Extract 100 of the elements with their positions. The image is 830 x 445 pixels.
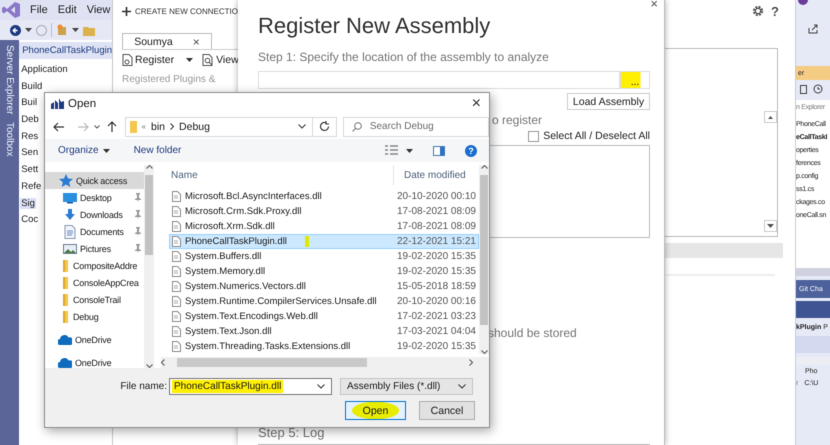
nav-item[interactable]: Downloads bbox=[45, 206, 144, 224]
menu-item[interactable]: View bbox=[86, 4, 110, 16]
register-icon bbox=[122, 54, 133, 66]
caret-icon bbox=[186, 58, 194, 62]
dll-file-icon bbox=[172, 266, 181, 278]
property-page-item[interactable]: Deb bbox=[20, 114, 40, 126]
close-icon[interactable]: × bbox=[192, 34, 200, 48]
property-page-item[interactable]: Sig bbox=[20, 198, 36, 208]
nav-item[interactable]: OneDrive bbox=[45, 354, 144, 368]
file-row[interactable]: PhoneCallTaskPlugin.dll 22-12-2021 15:21 bbox=[169, 234, 479, 250]
open-button[interactable]: Open bbox=[345, 401, 406, 420]
plus-icon bbox=[122, 6, 131, 16]
address-bar[interactable]: « bin Debug bbox=[124, 116, 314, 137]
forward-arrow-icon[interactable] bbox=[78, 122, 89, 132]
nav-item[interactable]: ConsoleTrail bbox=[45, 291, 144, 308]
document-icon[interactable] bbox=[800, 84, 807, 94]
dialog-title: Open bbox=[68, 98, 96, 110]
scroll-down-button[interactable] bbox=[764, 220, 777, 232]
file-date: 20-10-2020 00:16 bbox=[397, 296, 476, 308]
file-row[interactable]: System.Runtime.CompilerServices.Unsafe.dll 20-10-2020 00:16 bbox=[169, 294, 479, 310]
help-button[interactable]: ? bbox=[465, 144, 477, 157]
horizontal-scrollbar[interactable] bbox=[665, 243, 783, 258]
register-button[interactable]: Register bbox=[122, 54, 174, 66]
back-arrow-icon[interactable] bbox=[52, 122, 64, 132]
scroll-up-button[interactable] bbox=[764, 111, 777, 123]
file-row[interactable]: Microsoft.Xrm.Sdk.dll 17-08-2021 08:09 bbox=[169, 219, 479, 234]
chevron-icon bbox=[170, 123, 174, 130]
property-page-item[interactable]: Res bbox=[20, 130, 40, 142]
view-options-icon[interactable] bbox=[385, 145, 398, 156]
file-date: 17-03-2021 04:04 bbox=[397, 326, 476, 338]
cancel-button[interactable]: Cancel bbox=[419, 401, 475, 420]
column-header[interactable]: Name bbox=[161, 165, 394, 186]
caret-icon bbox=[406, 148, 413, 153]
new-project-icon[interactable] bbox=[56, 24, 68, 36]
property-page-item[interactable]: Sen bbox=[20, 147, 40, 158]
checkbox-label[interactable]: Select All / Deselect All bbox=[543, 130, 650, 142]
help-icon[interactable]: ? bbox=[771, 4, 779, 18]
preview-pane-icon[interactable] bbox=[433, 146, 445, 156]
new-folder-button[interactable]: New folder bbox=[134, 145, 182, 156]
menu-item[interactable]: Edit bbox=[58, 4, 77, 16]
side-tab[interactable]: Server Explorer bbox=[4, 45, 16, 114]
history-icon[interactable] bbox=[813, 84, 823, 94]
nav-item[interactable]: Desktop bbox=[45, 189, 144, 206]
tree-heading: Registered Plugins & bbox=[122, 74, 216, 85]
nav-item[interactable]: OneDrive bbox=[45, 331, 144, 348]
share-icon[interactable] bbox=[808, 24, 819, 34]
property-page-item[interactable]: Refe bbox=[20, 180, 42, 192]
connection-tab[interactable]: Soumya × bbox=[122, 33, 212, 49]
file-row[interactable]: Microsoft.Crm.Sdk.Proxy.dll 17-08-2021 08:09 bbox=[169, 204, 479, 220]
close-icon[interactable]: × bbox=[472, 94, 481, 113]
assembly-path-field[interactable] bbox=[258, 71, 620, 89]
up-arrow-icon[interactable] bbox=[106, 121, 117, 132]
nav-item[interactable]: Pictures bbox=[45, 240, 144, 258]
organize-button[interactable]: Organize bbox=[58, 145, 110, 156]
file-row[interactable]: System.Memory.dll 19-02-2020 15:35 bbox=[169, 264, 479, 280]
nav-item[interactable]: Quick access bbox=[45, 172, 144, 190]
new-connection-link[interactable]: CREATE NEW CONNECTIO bbox=[135, 6, 238, 16]
project-tab[interactable]: PhoneCallTaskPlugin bbox=[19, 42, 112, 59]
file-row[interactable]: System.Numerics.Vectors.dll 15-05-2018 18:59 bbox=[169, 279, 479, 294]
file-row[interactable]: System.Text.Json.dll 17-03-2021 04:04 bbox=[169, 324, 479, 340]
file-row[interactable]: Microsoft.Bcl.AsyncInterfaces.dll 20-10-2020 00:10 bbox=[169, 189, 479, 204]
nav-item[interactable]: CompositeAddre bbox=[45, 257, 144, 274]
property-page-item[interactable]: Coc bbox=[20, 214, 40, 226]
search-field[interactable]: Search Debug bbox=[342, 116, 489, 137]
refresh-button[interactable] bbox=[313, 116, 337, 137]
property-page-item[interactable]: Application bbox=[20, 64, 69, 75]
folder-icon[interactable] bbox=[83, 24, 95, 36]
browse-button[interactable]: ... bbox=[620, 71, 650, 89]
file-row[interactable]: System.Threading.Tasks.Extensions.dll 19-02-2020 15:35 bbox=[169, 339, 479, 354]
property-page-item[interactable]: Build bbox=[20, 80, 44, 92]
horizontal-scrollbar[interactable] bbox=[796, 268, 830, 276]
scrollbar[interactable] bbox=[144, 165, 154, 368]
field-label: File name: bbox=[119, 381, 168, 392]
property-page-item[interactable]: Buil bbox=[20, 97, 38, 108]
nav-item[interactable]: Debug bbox=[45, 308, 144, 326]
property-page-item[interactable]: Sett bbox=[20, 164, 40, 176]
file-row[interactable]: System.Buffers.dll 19-02-2020 15:35 bbox=[169, 249, 479, 264]
file-row[interactable]: System.Text.Encodings.Web.dll 17-02-2021 03:23 bbox=[169, 309, 479, 324]
path-segment[interactable]: Debug bbox=[179, 120, 210, 133]
side-tab[interactable]: Toolbox bbox=[4, 122, 16, 157]
chevron-down-icon[interactable] bbox=[94, 124, 100, 129]
nav-item[interactable]: ConsoleAppCrea bbox=[45, 274, 144, 292]
column-header[interactable]: Date modified bbox=[394, 170, 466, 181]
settings-icon[interactable] bbox=[752, 5, 764, 17]
chevron-down-icon bbox=[458, 384, 466, 390]
path-overflow[interactable]: « bbox=[142, 122, 146, 132]
view-button[interactable]: View bbox=[202, 54, 239, 66]
caret-up-icon bbox=[146, 165, 152, 170]
file-name-field[interactable]: PhoneCallTaskPlugin.dll bbox=[169, 378, 332, 396]
file-type-dropdown[interactable]: Assembly Files (*.dll) bbox=[340, 378, 473, 396]
close-icon[interactable]: × bbox=[650, 0, 658, 10]
scrollbar[interactable] bbox=[479, 165, 489, 354]
back-icon[interactable] bbox=[10, 24, 21, 36]
load-assembly-button[interactable]: Load Assembly bbox=[567, 93, 650, 110]
nav-item[interactable]: Documents bbox=[45, 223, 144, 240]
path-segment[interactable]: bin bbox=[151, 120, 166, 133]
checkbox[interactable] bbox=[528, 130, 540, 142]
chevron-down-icon[interactable] bbox=[298, 124, 306, 130]
horizontal-scrollbar[interactable] bbox=[161, 357, 489, 368]
menu-item[interactable]: File bbox=[30, 4, 48, 16]
